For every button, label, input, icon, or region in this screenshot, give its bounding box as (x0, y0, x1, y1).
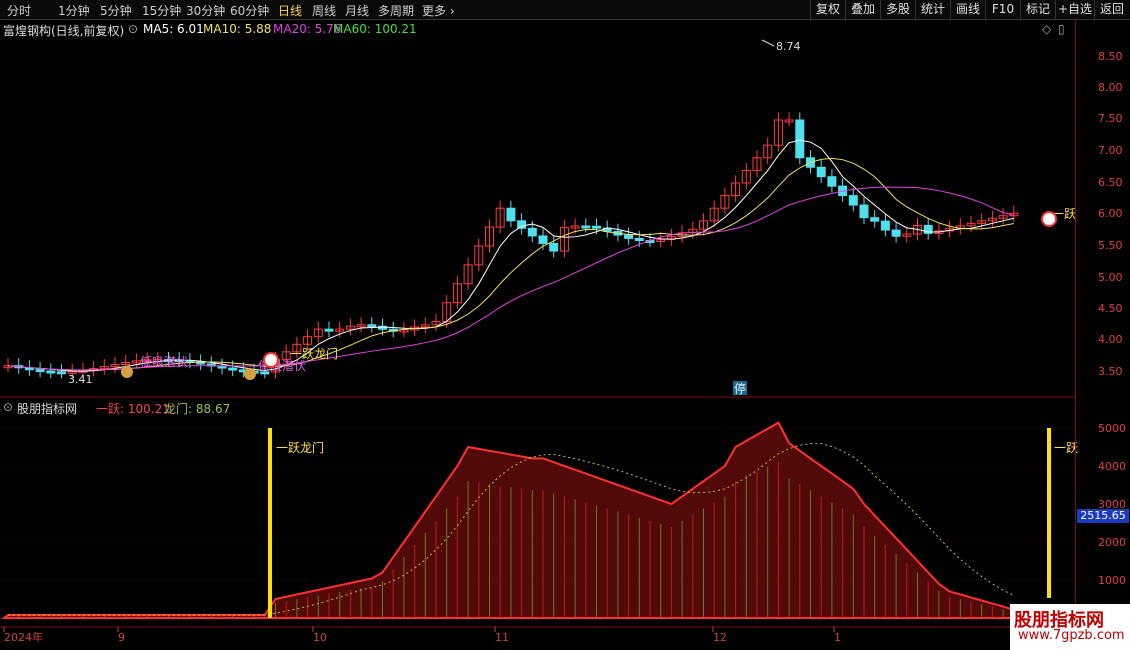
candle-body (891, 229, 901, 237)
candle-body (848, 195, 858, 206)
price-tick: 5.50 (1098, 239, 1123, 252)
candle-body (859, 204, 869, 219)
chart-canvas[interactable]: 8.743.41一跃龙门低吸潜伏 低吸潜伏一跃停一跃龙门 一跃2024年 9 10 11 1… (0, 0, 1130, 650)
price-tick: 8.50 (1098, 50, 1123, 63)
candle-body (506, 207, 516, 222)
sub-tick: 4000 (1098, 460, 1126, 473)
price-tick: 8.00 (1098, 81, 1123, 94)
halt-label: 停 (734, 381, 746, 396)
money-bag-icon (244, 368, 256, 380)
candle-body (517, 220, 527, 229)
candle-body (35, 369, 45, 373)
candle-body (57, 371, 66, 375)
candle-body (581, 225, 591, 229)
candle-body (46, 370, 56, 374)
price-tick: 7.00 (1098, 144, 1123, 157)
candle-body (870, 217, 880, 222)
candle-body (827, 176, 837, 187)
candle-body (324, 328, 334, 332)
ma10-line (7, 157, 1014, 371)
ma5-line (7, 139, 1014, 372)
date-label: 1 (834, 631, 841, 644)
buy-signal-icon (1041, 211, 1057, 227)
candle-body (795, 119, 805, 159)
candle-body (549, 242, 559, 252)
candle-body (228, 367, 238, 371)
indicator-area (1, 421, 1015, 619)
candle-body (527, 227, 537, 237)
price-tick: 5.00 (1098, 271, 1123, 284)
signal-label: 低吸潜伏 (140, 355, 188, 369)
date-label: 9 (118, 631, 125, 644)
candle-body (816, 166, 826, 178)
date-label: 12 (713, 631, 727, 644)
candle-body (592, 225, 601, 229)
watermark: 股朋指标网 www.7gpzb.com (1010, 604, 1130, 650)
date-label: 10 (313, 631, 327, 644)
price-tick: 4.00 (1098, 333, 1123, 346)
candle-body (880, 220, 890, 231)
low-price-label: 3.41 (68, 373, 93, 386)
sub-current-value-badge: 2515.65 (1077, 509, 1129, 523)
signal-column (1047, 428, 1051, 598)
buy-signal-icon (263, 352, 279, 368)
candle-body (538, 235, 548, 244)
signal-column (268, 428, 272, 618)
watermark-url: www.7gpzb.com (1018, 628, 1125, 643)
sub-tick: 2000 (1098, 536, 1126, 549)
candle-body (367, 324, 377, 328)
price-axis: 8.50 8.00 7.50 7.00 6.50 6.00 5.50 5.00 … (1075, 20, 1130, 650)
price-tick: 3.50 (1098, 365, 1123, 378)
price-tick: 6.00 (1098, 207, 1123, 220)
candle-body (634, 237, 644, 242)
candle-body (624, 234, 634, 239)
price-tick: 7.50 (1098, 112, 1123, 125)
high-price-label: 8.74 (776, 40, 801, 53)
date-label: 11 (495, 631, 509, 644)
price-tick: 6.50 (1098, 176, 1123, 189)
sub-tick: 5000 (1098, 422, 1126, 435)
sub-tick: 1000 (1098, 574, 1126, 587)
high-price-pointer (761, 39, 775, 47)
sub-signal-label: 一跃龙门 (276, 440, 324, 455)
price-tick: 4.50 (1098, 302, 1123, 315)
money-bag-icon (121, 366, 133, 378)
date-label: 2024年 (4, 630, 43, 644)
